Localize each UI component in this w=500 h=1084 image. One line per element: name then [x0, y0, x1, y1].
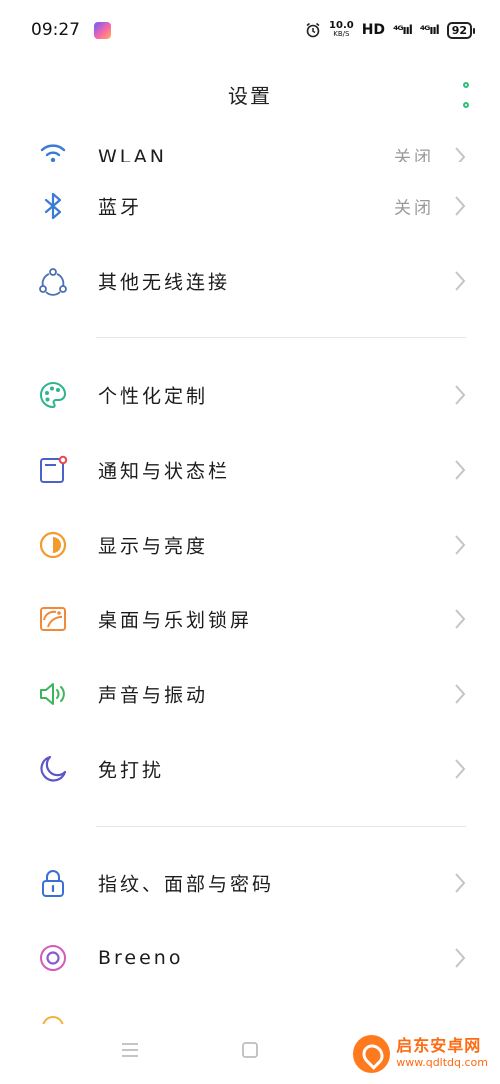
settings-item-label: 桌面与乐划锁屏: [98, 609, 253, 632]
chevron-right-icon: [454, 384, 466, 406]
settings-item-label: 声音与振动: [98, 684, 209, 707]
settings-item-label: 显示与亮度: [98, 535, 209, 558]
chevron-right-icon: [454, 195, 466, 217]
watermark-title: 启东安卓网: [396, 1036, 482, 1055]
signal-1-icon: ⁴ᴳııl: [393, 23, 413, 37]
settings-item-label: 通知与状态栏: [98, 460, 231, 483]
settings-item-label: 免打扰: [98, 759, 165, 782]
chevron-right-icon: [454, 270, 466, 292]
moon-icon: [38, 754, 68, 784]
settings-item-personalization[interactable]: 个性化定制: [0, 358, 500, 432]
chevron-right-icon: [454, 947, 466, 969]
palette-icon: [38, 380, 68, 410]
battery-icon: 92: [446, 21, 476, 39]
status-left: 09:27: [31, 20, 111, 40]
alarm-icon: [306, 22, 320, 38]
settings-item-value: 关闭: [394, 198, 434, 219]
network-speed: 10.0 KB/S: [329, 21, 354, 39]
chevron-right-icon: [454, 683, 466, 705]
settings-item-label: 其他无线连接: [98, 271, 231, 294]
settings-item-do-not-disturb[interactable]: 免打扰: [0, 732, 500, 806]
status-right: 10.0 KB/S HD ⁴ᴳııl ⁴ᴳııl 92: [305, 21, 476, 39]
hd-indicator: HD: [361, 22, 386, 38]
net-speed-unit: KB/S: [333, 30, 350, 38]
settings-item-label: 个性化定制: [98, 385, 209, 408]
chevron-right-icon: [454, 534, 466, 556]
menu-icon[interactable]: [118, 1038, 142, 1062]
settings-item-display[interactable]: 显示与亮度: [0, 508, 500, 582]
chevron-right-icon: [454, 608, 466, 630]
watermark-url: www.qdltdq.com: [396, 1056, 488, 1069]
settings-item-security[interactable]: 指纹、面部与密码: [0, 846, 500, 920]
settings-item-bluetooth[interactable]: 蓝牙 关闭: [0, 169, 500, 243]
settings-item-label: 蓝牙: [98, 196, 143, 219]
settings-item-sound[interactable]: 声音与振动: [0, 657, 500, 731]
settings-item-label: WLAN: [98, 146, 168, 162]
settings-item-label: 指纹、面部与密码: [98, 873, 275, 896]
watermark-text: 启东安卓网 www.qdltdq.com: [396, 1037, 488, 1071]
watermark: 启东安卓网 www.qdltdq.com: [353, 1030, 488, 1078]
section-divider: [96, 826, 466, 827]
wifi-icon: [38, 138, 68, 162]
page-title: 设置: [228, 84, 272, 108]
lock-icon: [38, 868, 68, 898]
status-bar: 09:27 10.0 KB/S HD ⁴ᴳııl ⁴ᴳııl 92: [0, 0, 500, 60]
settings-item-wlan[interactable]: WLAN 关闭: [0, 128, 500, 162]
watermark-logo-icon: [353, 1035, 391, 1073]
clock: 09:27: [31, 20, 80, 40]
settings-item-breeno[interactable]: Breeno: [0, 921, 500, 995]
settings-item-notifications[interactable]: 通知与状态栏: [0, 433, 500, 507]
brightness-icon: [38, 530, 68, 560]
more-options-icon[interactable]: [458, 82, 474, 108]
breeno-icon: [38, 943, 68, 973]
notification-icon: [38, 455, 68, 485]
sound-icon: [38, 679, 68, 709]
header: 设置: [0, 60, 500, 128]
chevron-right-icon: [454, 146, 466, 162]
settings-item-desktop-lockscreen[interactable]: 桌面与乐划锁屏: [0, 582, 500, 656]
signal-2-icon: ⁴ᴳııl: [419, 23, 440, 37]
app-notification-icon: [94, 21, 111, 39]
net-speed-value: 10.0: [329, 20, 354, 31]
chevron-right-icon: [454, 459, 466, 481]
chevron-right-icon: [454, 872, 466, 894]
settings-item-value: 关闭: [394, 148, 434, 162]
chevron-right-icon: [454, 758, 466, 780]
home-icon[interactable]: [238, 1038, 262, 1062]
bluetooth-icon: [38, 191, 68, 221]
settings-item-other-wireless[interactable]: 其他无线连接: [0, 244, 500, 318]
connection-icon: [38, 266, 68, 296]
wallpaper-icon: [38, 604, 68, 634]
section-divider: [96, 337, 466, 338]
settings-item-label: Breeno: [98, 947, 184, 969]
